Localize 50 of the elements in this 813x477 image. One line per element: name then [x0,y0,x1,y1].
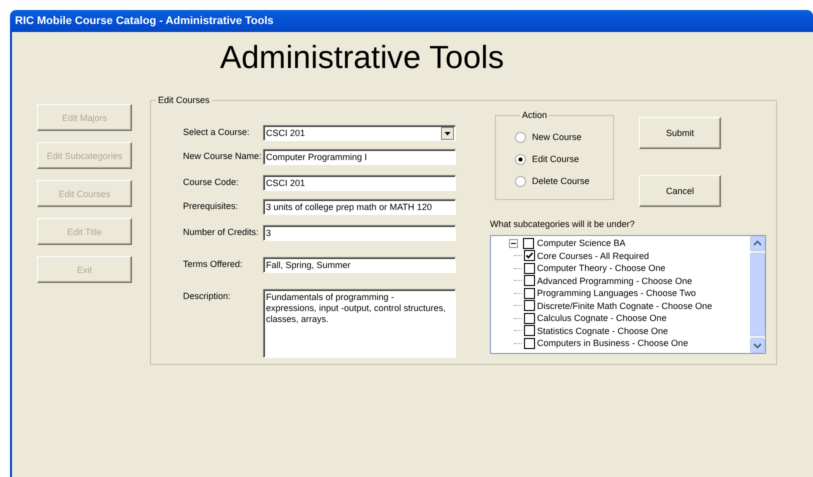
field-label: Select a Course: [183,126,251,137]
checkbox[interactable] [523,238,534,249]
radio-label[interactable]: Edit Course [532,154,580,164]
checkbox[interactable] [524,275,535,286]
checkbox[interactable] [524,262,535,274]
checkbox[interactable] [524,338,535,349]
page-heading: Administrative Tools [220,39,504,77]
course-dropdown[interactable]: CSCI 201 [263,125,456,141]
field-label: Terms Offered: [183,258,244,269]
collapse-icon[interactable] [509,238,518,248]
text-field[interactable]: 3 [263,225,456,241]
field-label: Number of Credits: [183,226,260,237]
checkbox[interactable] [524,250,535,262]
radio-button[interactable] [515,132,526,142]
scrollbar[interactable] [750,236,765,353]
text-field[interactable]: CSCI 201 [263,175,456,191]
subcategory-prompt: What subcategories will it be under? [490,219,636,229]
window-title: RIC Mobile Course Catalog - Administrative Tools [10,10,813,32]
tree-item[interactable]: Computers in Business - Choose One [537,337,688,350]
field-label: Prerequisites: [183,200,240,211]
checkbox[interactable] [524,288,535,299]
submit-button[interactable]: Submit [639,117,721,149]
tree-item[interactable]: Advanced Programming - Choose One [537,274,692,287]
description-field[interactable]: Fundamentals of programming - expressions, input -output, control structures, classes, arrays. [263,289,456,358]
tree-item[interactable]: Computer Theory - Choose One [537,262,666,274]
radio-button[interactable] [515,154,526,164]
field-label: Description: [183,290,232,301]
scroll-thumb[interactable] [750,253,765,336]
group-title: Action [521,110,548,120]
tree-item[interactable]: Calculus Cognate - Choose One [537,312,667,324]
field-label: Course Code: [183,176,240,187]
radio-button[interactable] [515,176,526,186]
scroll-up-icon[interactable] [750,236,765,251]
text-field[interactable]: Fall, Spring, Summer [263,257,456,273]
group-title: Edit Courses [157,95,211,105]
checkbox[interactable] [524,312,535,324]
checkbox[interactable] [524,300,535,312]
tree-item[interactable]: Programming Languages - Choose Two [537,287,696,300]
text-field[interactable]: Computer Programming I [263,149,456,165]
scroll-down-icon[interactable] [750,338,765,353]
text-field[interactable]: 3 units of college prep math or MATH 120 [263,199,456,215]
cancel-button[interactable]: Cancel [639,175,721,207]
radio-label[interactable]: New Course [532,132,582,142]
tree-item[interactable]: Statistics Cognate - Choose One [537,324,668,337]
radio-label[interactable]: Delete Course [532,176,590,186]
tree-item[interactable]: Discrete/Finite Math Cognate - Choose One [537,300,712,312]
field-label: New Course Name: [183,150,263,161]
tree-item[interactable]: Computer Science BA [537,237,626,250]
tree-item[interactable]: Core Courses - All Required [537,250,650,262]
checkbox[interactable] [524,325,535,336]
